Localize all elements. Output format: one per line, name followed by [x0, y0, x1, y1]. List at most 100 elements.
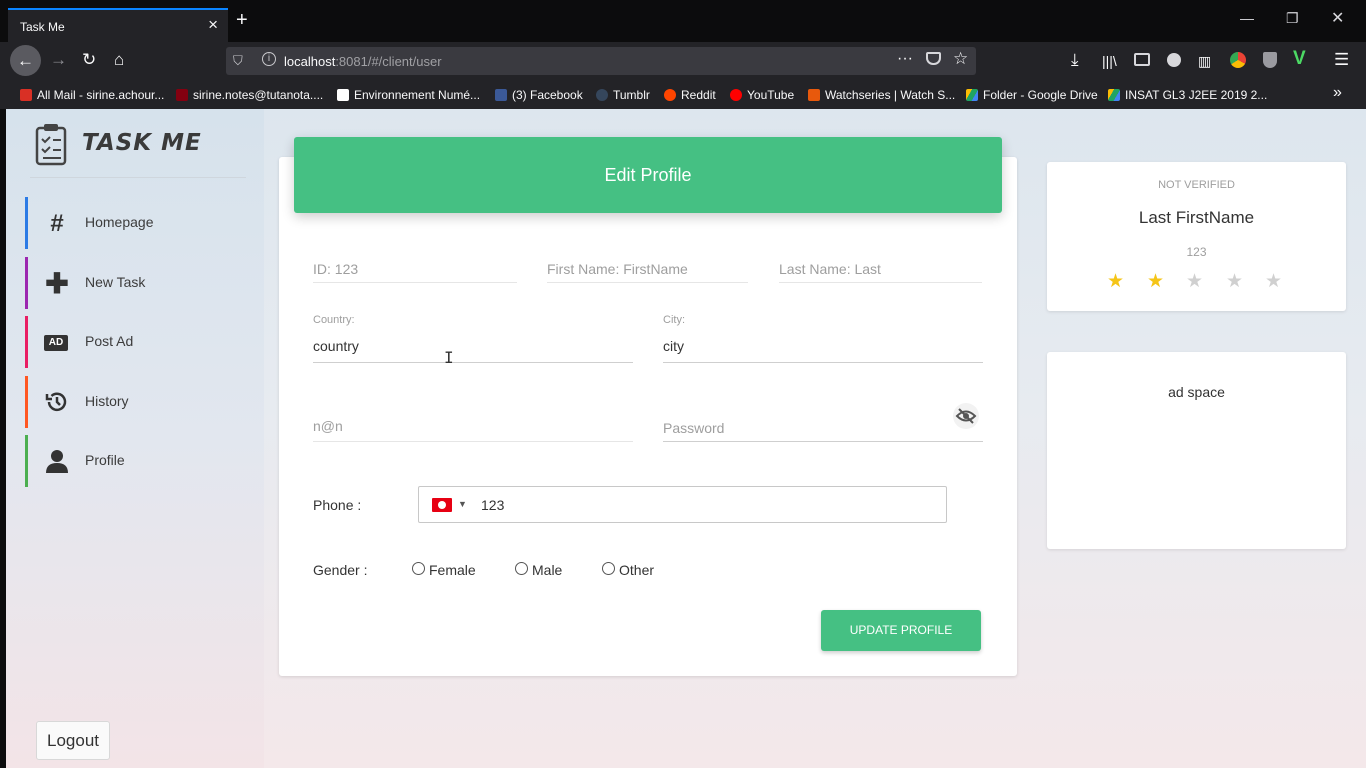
- ad-card: [1047, 352, 1346, 549]
- star-icon: ★: [1186, 271, 1204, 292]
- star-icon: ★: [1226, 271, 1244, 292]
- chrome-icon[interactable]: [1230, 52, 1246, 68]
- profile-name: Last FirstName: [1138, 208, 1255, 227]
- phone-value[interactable]: 123: [481, 497, 504, 513]
- extension-grid-icon[interactable]: ▥: [1198, 53, 1211, 70]
- bookmark-item[interactable]: Reddit: [664, 88, 716, 102]
- download-icon[interactable]: ⤓: [1071, 50, 1079, 70]
- tutanota-icon: [176, 89, 188, 101]
- youtube-icon: [730, 89, 742, 101]
- sidebar-item-label: History: [85, 393, 129, 409]
- sidebar-toggle-icon[interactable]: [1134, 53, 1150, 66]
- chevron-down-icon[interactable]: ▼: [458, 499, 467, 509]
- ad-space-text: ad space: [1168, 384, 1225, 400]
- gmail-icon: [20, 89, 32, 101]
- minimize-icon[interactable]: —: [1240, 10, 1254, 26]
- gender-other-radio[interactable]: [602, 562, 615, 575]
- last-name-field[interactable]: Last Name: Last: [779, 261, 881, 277]
- underline: [313, 441, 633, 442]
- close-window-icon[interactable]: ✕: [1331, 8, 1344, 28]
- bookmark-item[interactable]: Environnement Numé...: [337, 88, 480, 102]
- bookmark-item[interactable]: INSAT GL3 J2EE 2019 2...: [1108, 88, 1267, 102]
- new-tab-icon[interactable]: +: [236, 10, 248, 30]
- underline: [313, 282, 517, 283]
- city-label: City:: [663, 314, 685, 326]
- bookmark-item[interactable]: (3) Facebook: [495, 88, 583, 102]
- gender-female-radio[interactable]: [412, 562, 425, 575]
- bookmark-item[interactable]: All Mail - sirine.achour...: [20, 88, 164, 102]
- update-profile-button[interactable]: UPDATE PROFILE: [821, 610, 981, 651]
- forward-icon[interactable]: →: [50, 50, 67, 70]
- divider: [30, 177, 246, 178]
- tumblr-icon: [596, 89, 608, 101]
- pocket-icon[interactable]: [926, 52, 941, 65]
- gender-option-label: Other: [619, 562, 655, 578]
- profile-id: 123: [1186, 245, 1207, 259]
- account-icon[interactable]: [1167, 53, 1181, 67]
- country-label: Country:: [313, 314, 355, 326]
- more-icon[interactable]: ···: [897, 50, 913, 68]
- edit-profile-card: [279, 157, 1017, 676]
- google-drive-icon: [966, 89, 978, 101]
- url-host: localhost: [284, 54, 336, 69]
- star-icon: ★: [1147, 271, 1165, 292]
- sidebar-item-homepage[interactable]: # Homepage: [25, 197, 255, 249]
- bookmark-item[interactable]: Folder - Google Drive: [966, 88, 1098, 102]
- home-icon[interactable]: ⌂: [114, 50, 124, 70]
- gender-option-label: Female: [429, 562, 476, 578]
- clipboard-logo-icon: [35, 124, 67, 166]
- tunisia-flag-icon[interactable]: [432, 498, 452, 512]
- phone-label: Phone :: [313, 497, 362, 513]
- card-header: Edit Profile: [294, 137, 1002, 213]
- gender-male-radio[interactable]: [515, 562, 528, 575]
- bookmark-item[interactable]: sirine.notes@tutanota....: [176, 88, 323, 102]
- sidebar-item-label: Post Ad: [85, 333, 134, 349]
- bookmark-item[interactable]: Tumblr: [596, 88, 650, 102]
- gender-option-label: Male: [532, 562, 563, 578]
- city-field[interactable]: city: [663, 338, 684, 354]
- url-path: :8081/#/client/user: [335, 54, 442, 69]
- email-field[interactable]: n@n: [313, 418, 343, 434]
- gender-label: Gender :: [313, 562, 368, 578]
- history-icon: [45, 392, 67, 412]
- country-field[interactable]: country: [313, 338, 359, 354]
- brand-title: TASK ME: [82, 130, 202, 156]
- sidebar-item-label: Profile: [85, 452, 125, 468]
- underline: [663, 362, 983, 363]
- sidebar-item-label: Homepage: [85, 214, 154, 230]
- underline: [663, 441, 983, 442]
- back-icon[interactable]: ←: [10, 45, 41, 76]
- logout-button[interactable]: Logout: [36, 721, 110, 760]
- vpn-icon[interactable]: V: [1293, 48, 1306, 70]
- shield-icon[interactable]: ⛉: [233, 53, 243, 69]
- browser-tab[interactable]: Task Me ×: [8, 8, 228, 42]
- id-field[interactable]: ID: 123: [313, 261, 358, 277]
- reload-icon[interactable]: ↻: [82, 50, 96, 70]
- info-icon[interactable]: i: [262, 52, 276, 66]
- underline: [547, 282, 748, 283]
- sidebar-item-profile[interactable]: Profile: [25, 435, 255, 487]
- sidebar-item-new-task[interactable]: ✚ New Task: [25, 257, 255, 309]
- underline: [779, 282, 982, 283]
- star-icon: ★: [1107, 271, 1125, 292]
- eye-off-icon[interactable]: [952, 402, 980, 430]
- enm-icon: [337, 89, 349, 101]
- restore-icon[interactable]: ❐: [1286, 10, 1299, 27]
- more-bookmarks-icon[interactable]: »: [1333, 84, 1342, 102]
- first-name-field[interactable]: First Name: FirstName: [547, 261, 688, 277]
- star-icon: ★: [1265, 271, 1283, 292]
- bookmark-star-icon[interactable]: ☆: [953, 49, 968, 69]
- close-tab-icon[interactable]: ×: [208, 15, 218, 35]
- tab-title: Task Me: [20, 20, 65, 34]
- library-icon[interactable]: |||\: [1102, 53, 1117, 69]
- url-text[interactable]: localhost:8081/#/client/user: [284, 54, 442, 69]
- hamburger-menu-icon[interactable]: ☰: [1334, 50, 1349, 70]
- bookmark-item[interactable]: Watchseries | Watch S...: [808, 88, 955, 102]
- google-drive-icon: [1108, 89, 1120, 101]
- bookmark-item[interactable]: YouTube: [730, 88, 794, 102]
- privacy-shield-icon[interactable]: [1263, 52, 1277, 68]
- sidebar-item-history[interactable]: History: [25, 376, 255, 428]
- watchseries-icon: [808, 89, 820, 101]
- sidebar-item-post-ad[interactable]: AD Post Ad: [25, 316, 255, 368]
- password-field[interactable]: Password: [663, 420, 724, 436]
